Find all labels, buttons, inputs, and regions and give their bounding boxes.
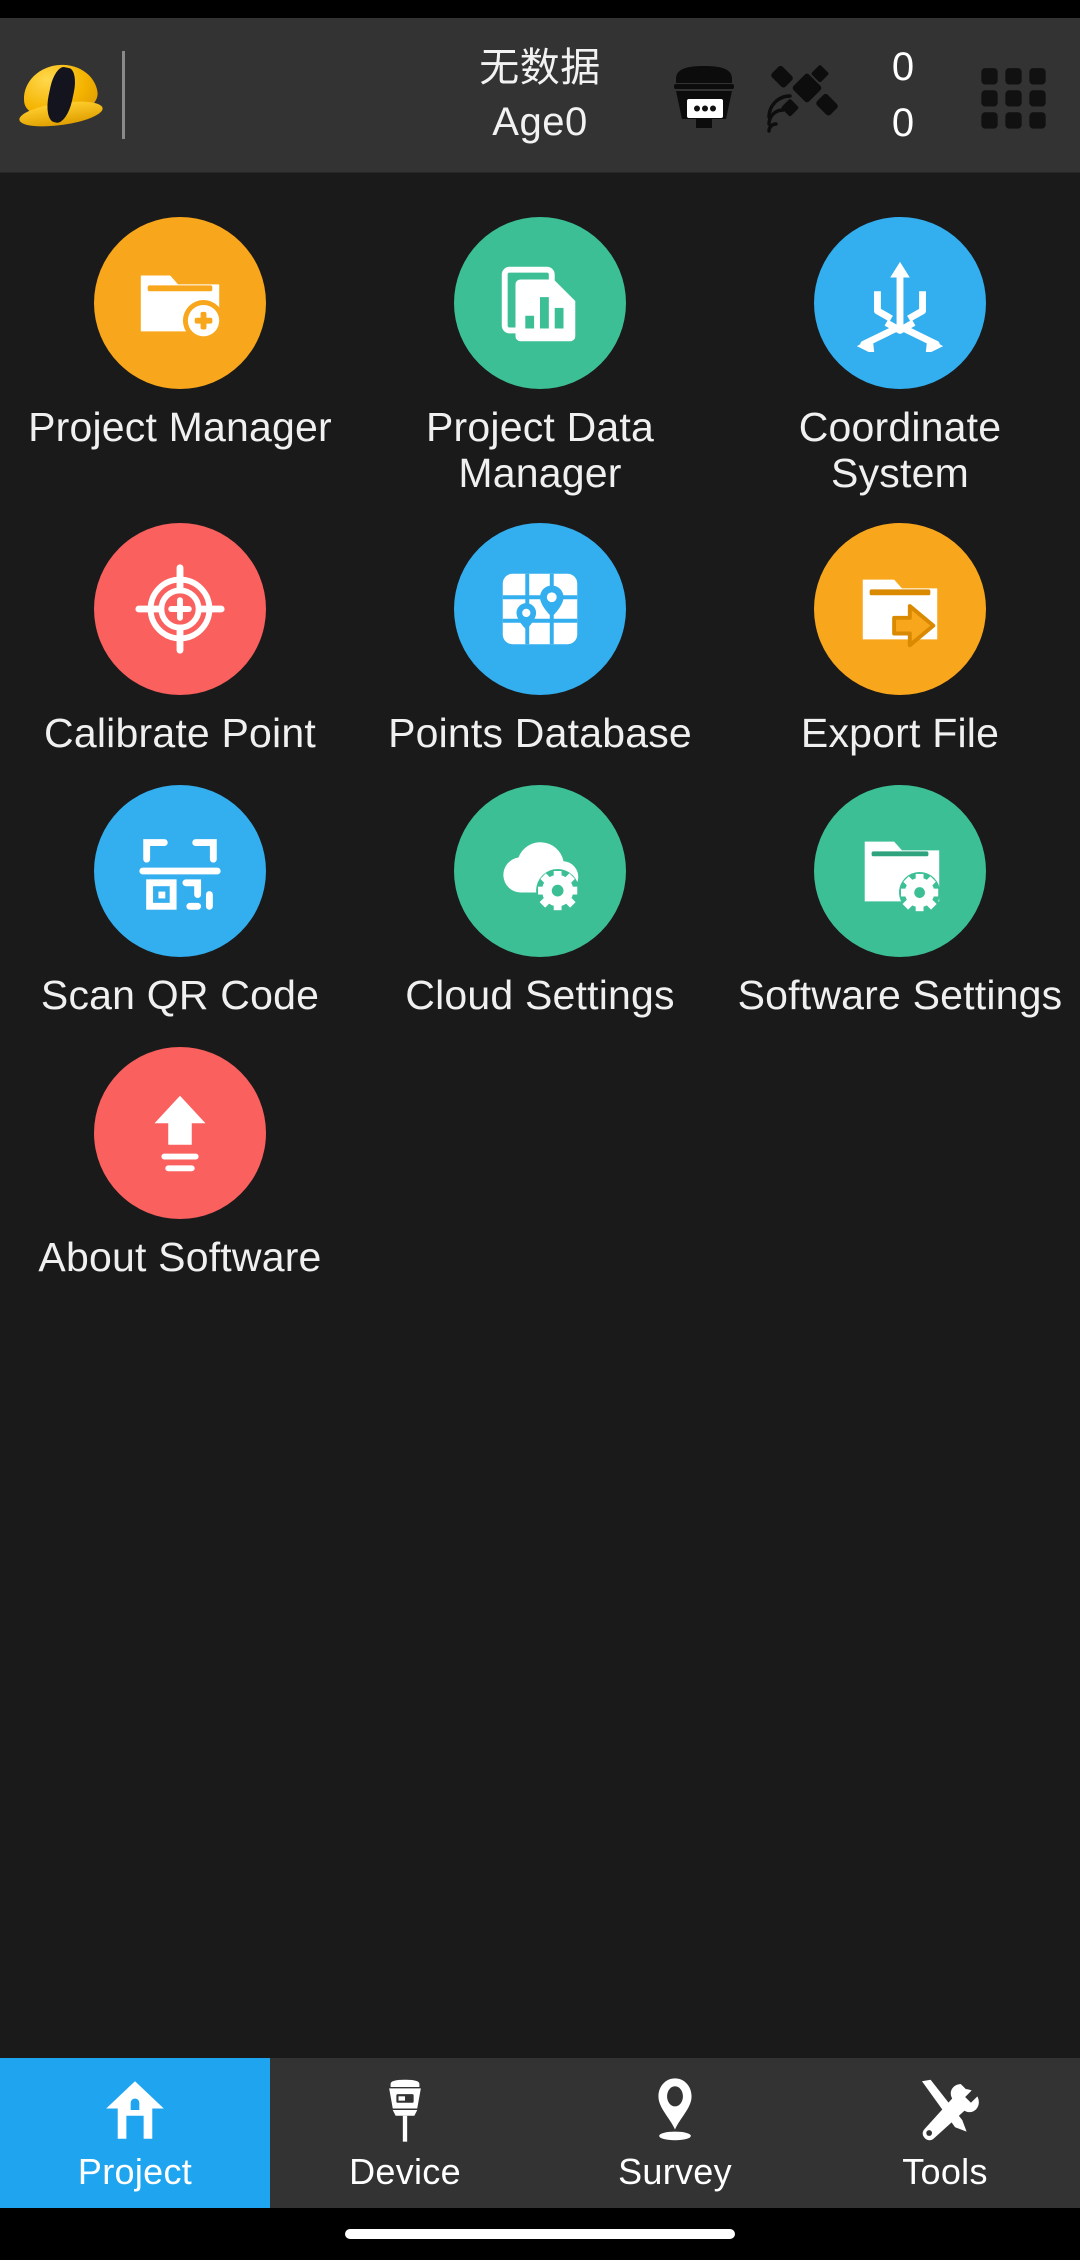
menu-item-coordinate-system[interactable]: Coordinate System — [720, 193, 1080, 499]
menu-label: Calibrate Point — [44, 709, 316, 756]
bottom-navigation: Project Device Survey Tools — [0, 2058, 1080, 2208]
documents-chart-icon — [501, 266, 576, 342]
menu-label: Export File — [800, 709, 1000, 756]
menu-label: Project Manager — [28, 404, 332, 450]
nav-label: Device — [349, 2151, 461, 2192]
calibrate-point-badge — [94, 522, 266, 695]
tools-cross-icon — [921, 2079, 979, 2141]
menu-item-cloud-settings[interactable]: Cloud Settings — [360, 761, 720, 1023]
cloud-gear-icon — [503, 842, 580, 912]
nav-label: Project — [77, 2151, 193, 2192]
menu-item-software-settings[interactable]: Software Settings — [720, 761, 1080, 1023]
scan-qr-code-badge — [94, 784, 266, 957]
home-indicator[interactable] — [345, 2229, 735, 2239]
map-pins-grid-icon — [502, 573, 578, 645]
export-file-badge — [814, 522, 986, 695]
nav-tab-project[interactable]: Project — [0, 2058, 270, 2208]
project-data-manager-badge — [454, 217, 626, 389]
software-settings-badge — [814, 784, 986, 957]
top-status-bar: 无数据 Age0 0 0 — [0, 18, 1080, 173]
system-status-strip — [0, 0, 1080, 18]
folder-add-icon — [140, 275, 225, 342]
menu-label: Scan QR Code — [40, 971, 320, 1018]
top-bar-right-group: 0 0 — [652, 18, 1080, 172]
satellite-icon — [767, 65, 838, 133]
menu-label: Points Database — [388, 709, 692, 756]
menu-item-about-software[interactable]: About Software — [0, 1023, 360, 1285]
crosshair-target-icon — [135, 564, 225, 654]
coordinate-system-badge — [814, 217, 986, 389]
satellite-counts: 0 0 — [860, 39, 946, 151]
app-screen: 无数据 Age0 0 0 Project Manager Project Dat… — [0, 0, 1080, 2260]
menu-item-project-data-manager[interactable]: Project Data Manager — [360, 193, 720, 499]
menu-label: Coordinate System — [798, 404, 1002, 496]
menu-label: Cloud Settings — [405, 971, 675, 1018]
project-manager-badge — [94, 217, 266, 389]
hardhat-logo-icon — [17, 60, 105, 131]
satellite-count-top: 0 — [891, 45, 915, 89]
receiver-status-button[interactable] — [652, 45, 756, 145]
function-grid: Project Manager Project Data Manager Coo… — [0, 193, 1080, 1285]
satellite-count-bottom: 0 — [891, 101, 915, 145]
gnss-receiver-icon — [674, 66, 734, 128]
menu-item-scan-qr-code[interactable]: Scan QR Code — [0, 761, 360, 1023]
folder-gear-icon — [864, 841, 941, 913]
grid-apps-icon[interactable] — [966, 45, 1062, 145]
home-icon — [106, 2081, 164, 2139]
menu-item-project-manager[interactable]: Project Manager — [0, 193, 360, 499]
menu-label: Project Data Manager — [425, 404, 654, 496]
nav-tab-device[interactable]: Device — [270, 2058, 540, 2208]
satellite-status-button[interactable] — [756, 45, 856, 145]
cloud-settings-badge — [454, 784, 626, 957]
coordinate-axes-icon — [856, 261, 944, 352]
menu-item-export-file[interactable]: Export File — [720, 499, 1080, 761]
folder-export-icon — [862, 579, 938, 648]
nav-label: Tools — [902, 2151, 988, 2192]
map-pin-icon — [658, 2078, 692, 2141]
app-logo-button[interactable] — [0, 60, 120, 131]
menu-label: About Software — [38, 1233, 322, 1280]
rover-pole-icon — [389, 2079, 421, 2142]
points-database-badge — [454, 522, 626, 695]
menu-item-calibrate-point[interactable]: Calibrate Point — [0, 499, 360, 761]
menu-label: Software Settings — [737, 971, 1063, 1018]
nav-label: Survey — [618, 2151, 732, 2192]
toolbar-divider — [122, 51, 125, 139]
data-status-label: 无数据 — [479, 46, 601, 90]
age-label: Age0 — [492, 100, 588, 144]
main-content: Project Manager Project Data Manager Coo… — [0, 173, 1080, 2058]
nav-tab-survey[interactable]: Survey — [540, 2058, 810, 2208]
qr-scan-icon — [139, 838, 221, 910]
system-home-indicator-zone — [0, 2208, 1080, 2260]
about-software-badge — [94, 1046, 266, 1219]
upload-arrow-icon — [154, 1095, 206, 1172]
nav-tab-tools[interactable]: Tools — [810, 2058, 1080, 2208]
menu-item-points-database[interactable]: Points Database — [360, 499, 720, 761]
